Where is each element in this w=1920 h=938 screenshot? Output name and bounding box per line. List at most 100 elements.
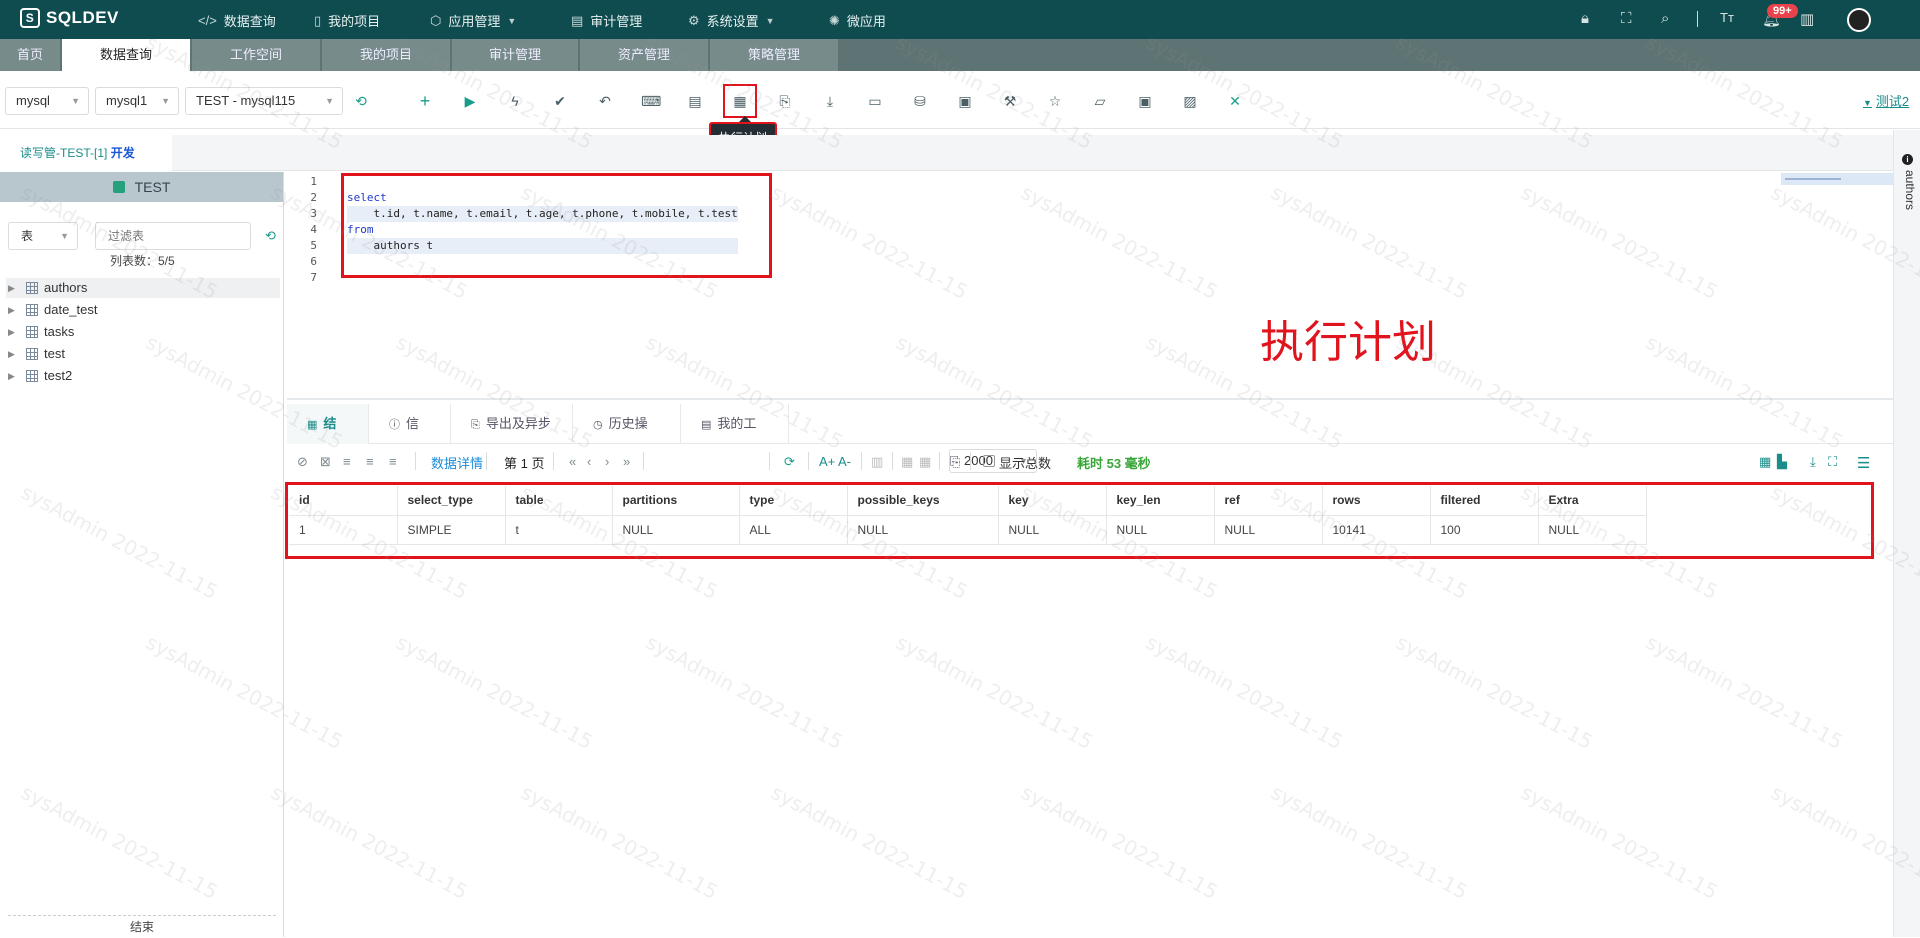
lock-icon[interactable]: 🔒︎ [1581,10,1589,27]
nav-app-management[interactable]: ⬡ 应用管理 ▼ [430,11,516,30]
font-increase-icon[interactable]: A+ [819,454,835,469]
page-indicator: 第 1 页 [504,456,545,471]
export-result-icon[interactable]: ⤓ [1810,454,1816,470]
expand-icon[interactable]: ▶ [8,322,15,342]
image-icon[interactable]: ▨ [1181,92,1199,110]
font-size-icon[interactable]: Tт [1720,10,1734,25]
expand-icon[interactable]: ▶ [8,344,15,364]
first-page-icon[interactable]: « [569,454,576,469]
nav-my-projects[interactable]: ▯ 我的项目 [314,11,380,30]
tree-item-authors[interactable]: ▶ authors [6,278,280,298]
tab-my-projects[interactable]: 我的项目 [322,39,452,71]
magic-wand-icon[interactable]: ⚒ [1001,92,1019,110]
terminal-icon[interactable]: ▣ [956,92,974,110]
db-type-select[interactable]: mysql ▼ [5,87,89,115]
card-view-icon[interactable]: ▦ [919,454,931,470]
list-icon[interactable]: ≡ [389,454,397,469]
fullscreen-icon[interactable]: ⛶ [1621,10,1632,27]
tab-policy[interactable]: 策略管理 [710,39,840,71]
run-icon[interactable]: ▶ [461,92,479,110]
next-page-icon[interactable]: › [605,454,609,469]
audit-icon: ▤ [571,12,584,28]
rollback-icon[interactable]: ↶ [596,92,614,110]
clipboard-icon[interactable]: ▤ [686,92,704,110]
data-detail-link[interactable]: 数据详情 [431,453,483,472]
nav-audit-management[interactable]: ▤ 审计管理 [571,11,642,30]
table-icon [26,348,38,360]
tab-results[interactable]: ▦结果 [287,404,369,472]
instance-select[interactable]: mysql1 ▼ [95,87,179,115]
commit-icon[interactable]: ✔ [551,92,569,110]
avatar[interactable] [1847,8,1871,32]
refresh-connection-icon[interactable]: ⟲ [352,92,370,110]
side-panel-label[interactable]: authors [1903,170,1917,210]
editor-minimap[interactable] [1781,173,1893,185]
tab-assets[interactable]: 资产管理 [580,39,710,71]
tab-history[interactable]: ◷历史操作 [573,404,681,472]
line-number: 7 [310,271,317,284]
expand-icon[interactable]: ⛶ [1828,454,1837,470]
tree-item-tasks[interactable]: ▶ tasks [6,322,280,342]
tools-icon[interactable]: ✕ [1226,92,1244,110]
check-circle-icon[interactable]: ⊘ [297,454,308,470]
show-total-checkbox[interactable] [983,455,995,467]
tab-export[interactable]: ⎘ 导出及异步 [451,404,573,444]
connection-select[interactable]: TEST - mysql115 ▼ [185,87,343,115]
format-icon[interactable]: ⌨ [641,92,661,110]
explain-plan-icon[interactable]: ▦ [723,84,757,118]
nav-micro-apps[interactable]: ✺ 微应用 [829,11,886,30]
font-decrease-icon[interactable]: A- [838,454,851,469]
add-icon[interactable]: + [416,92,434,110]
database-icon[interactable]: ⛁ [911,92,929,110]
expand-icon[interactable]: ▶ [8,300,15,320]
result-tabs: ▦结果 ⓘ信息 ⎘ 导出及异步 ◷历史操作 ▤我的工单 [287,404,1893,472]
line-number: 3 [310,207,317,220]
table-filter-input[interactable] [95,222,251,250]
card-icon[interactable]: ▭ [866,92,884,110]
nav-data-query[interactable]: </> 数据查询 [198,11,276,30]
tree-item-test[interactable]: ▶ test [6,344,280,364]
edit-row-icon[interactable]: ≡ [366,454,374,469]
tab-data-query[interactable]: 数据查询 [62,39,192,71]
line-number: 6 [310,255,317,268]
refresh-icon[interactable]: ⟳ [784,454,795,470]
query-tab-label: 读写管-TEST-[1] [20,146,108,160]
tab-info[interactable]: ⓘ信息 [369,404,451,472]
info-icon[interactable]: i [1902,154,1913,165]
expand-icon[interactable]: ▶ [8,278,15,298]
last-page-icon[interactable]: » [623,454,630,469]
instance-value: mysql1 [106,93,148,108]
star-icon[interactable]: ☆ [1046,92,1064,110]
copy-icon[interactable]: ⎘ [950,454,960,470]
tab-home[interactable]: 首页 [0,39,62,71]
chart-view-icon[interactable]: ▙ [1777,454,1787,470]
tab-my-tickets[interactable]: ▤我的工单 [681,404,789,472]
grid-view-icon[interactable]: ▦ [901,454,913,470]
app-name: SQLDEV [46,8,119,27]
table-view-icon[interactable]: ▦ [1759,454,1771,470]
nav-system-settings[interactable]: ⚙ 系统设置 ▼ [688,11,775,30]
expand-icon[interactable]: ▶ [8,366,15,386]
lightning-icon[interactable]: ϟ [506,92,524,110]
save-icon[interactable]: ▣ [1136,92,1154,110]
user-menu[interactable]: ▼ 测试2 [1863,91,1909,110]
tree-item-test2[interactable]: ▶ test2 [6,366,280,386]
delete-row-icon[interactable]: ⊠ [320,454,331,470]
download-icon[interactable]: ⤓ [821,92,839,110]
tab-audit[interactable]: 审计管理 [452,39,580,71]
tree-item-date-test[interactable]: ▶ date_test [6,300,280,320]
add-row-icon[interactable]: ≡ [343,454,351,469]
export-icon[interactable]: ⎘ [776,92,794,110]
app-logo[interactable]: S SQLDEV [20,8,119,28]
menu-list-icon[interactable]: ☰ [1857,454,1870,472]
search-icon[interactable]: ⌕ [1661,10,1669,27]
query-tab[interactable]: 读写管-TEST-[1] 开发 [0,135,172,171]
tab-workspace[interactable]: 工作空间 [192,39,322,71]
prev-page-icon[interactable]: ‹ [587,454,591,469]
chart-icon[interactable]: ▥ [1800,10,1814,28]
refresh-icon[interactable]: ⟲ [265,228,276,244]
folder-icon[interactable]: ▱ [1091,92,1109,110]
object-type-select[interactable]: 表 ▼ [8,222,78,250]
column-icon[interactable]: ▥ [871,454,883,470]
divider [643,452,644,470]
